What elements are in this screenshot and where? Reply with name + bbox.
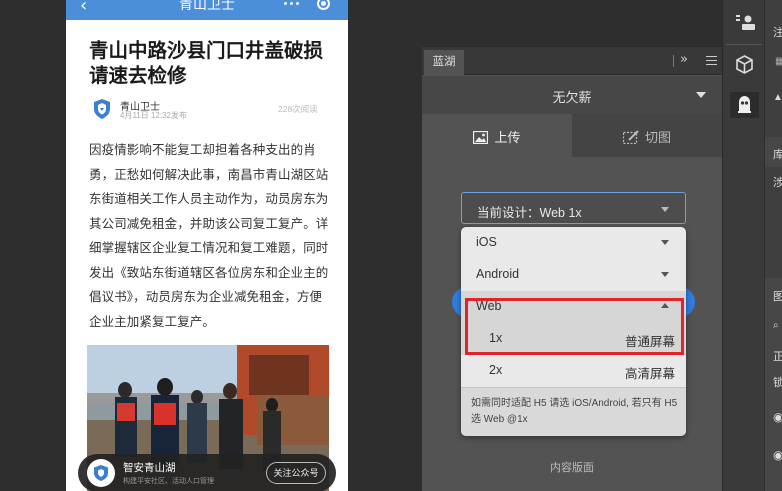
- option-scale: 2x: [489, 363, 503, 377]
- chevron-down-icon: [696, 92, 706, 98]
- shield-avatar-icon: [92, 98, 112, 120]
- project-name: 无欠薪: [552, 90, 592, 105]
- side-label: 图: [773, 291, 782, 303]
- account-name: 智安青山湖: [123, 462, 176, 474]
- panel-menu-icon[interactable]: [706, 56, 717, 65]
- 3d-box-icon[interactable]: [730, 52, 759, 78]
- dropdown-item-android[interactable]: Android: [461, 259, 686, 291]
- publish-date: 4月11日 12:32发布: [120, 111, 187, 120]
- header-divider: [673, 55, 674, 67]
- dropdown-item-ios[interactable]: iOS: [461, 227, 686, 259]
- account-subtitle: 构建平安社区、活动人口管理: [123, 478, 214, 485]
- content-version-label: 内容版面: [550, 462, 594, 474]
- option-description: 高清屏幕: [624, 367, 675, 381]
- follow-bar: 智安青山湖 构建平安社区、活动人口管理 关注公众号: [78, 454, 336, 491]
- side-icon: ▦: [775, 56, 782, 67]
- account-logo-icon: [87, 459, 115, 487]
- more-icon[interactable]: [284, 0, 300, 8]
- article-body: 因疫情影响不能复工却担着各种支出的肖勇，正愁如何解决此事，南昌市青山湖区站东街道…: [89, 142, 329, 329]
- dropdown-item-label: iOS: [476, 235, 497, 249]
- article-title: 青山中路沙县门口井盖破损请速去检修: [89, 39, 324, 87]
- phone-topbar: ‹ 青山卫士: [66, 0, 348, 20]
- slice-icon: [622, 130, 639, 145]
- read-count: 228次阅读: [278, 104, 318, 114]
- design-select-label: 当前设计：Web 1x: [477, 206, 582, 220]
- side-icon: ▲: [773, 92, 782, 103]
- lanhu-plugin-icon[interactable]: [730, 92, 759, 118]
- dropdown-option-web-2x[interactable]: 2x 高清屏幕: [461, 355, 686, 387]
- dropdown-item-label: Android: [476, 267, 520, 281]
- image-icon: [473, 130, 489, 145]
- panel-header: 蓝湖 »: [422, 47, 722, 75]
- side-label: 库: [773, 149, 782, 161]
- design-select[interactable]: 当前设计：Web 1x: [461, 192, 686, 224]
- dropdown-hint: 如需同时适配 H5 请选 iOS/Android, 若只有 H5 选 Web @…: [461, 387, 686, 436]
- side-panel: 注 ▦ ▲ 库 涉 图 ⌕ 正 锁 ◉ ◉: [765, 0, 782, 491]
- character-panel-icon[interactable]: [730, 10, 759, 36]
- chevron-down-icon: [661, 240, 669, 245]
- eye-icon[interactable]: ◉: [773, 410, 782, 424]
- side-label: 锁: [773, 377, 782, 389]
- annotation-highlight: [465, 298, 684, 355]
- follow-account-button[interactable]: 关注公众号: [266, 462, 326, 484]
- side-label: 正: [773, 351, 782, 363]
- eye-icon[interactable]: ◉: [773, 448, 782, 462]
- panel-tab-lanhu[interactable]: 蓝湖: [424, 50, 464, 75]
- tab-upload[interactable]: 上传: [422, 114, 572, 157]
- side-label: 注: [773, 27, 782, 39]
- chevron-down-icon: [661, 272, 669, 277]
- collapse-icon[interactable]: »: [680, 52, 688, 67]
- chevron-down-icon: [661, 207, 669, 212]
- search-icon[interactable]: ⌕: [773, 320, 779, 331]
- lanhu-panel: 蓝湖 » 无欠薪 上传 切图 当前设计：Web 1x iOS Android W…: [422, 47, 722, 491]
- phone-preview: ‹ 青山卫士 青山中路沙县门口井盖破损请速去检修 青山卫士 4月11日 12:3…: [66, 0, 348, 491]
- tool-strip: [722, 0, 764, 491]
- tab-upload-label: 上传: [494, 130, 521, 145]
- toolbar-divider: [726, 44, 762, 45]
- project-selector[interactable]: 无欠薪: [422, 76, 722, 114]
- tab-slice[interactable]: 切图: [572, 114, 722, 157]
- phone-topbar-title: 青山卫士: [179, 0, 235, 12]
- side-label: 涉: [773, 177, 782, 189]
- tab-slice-label: 切图: [644, 130, 671, 145]
